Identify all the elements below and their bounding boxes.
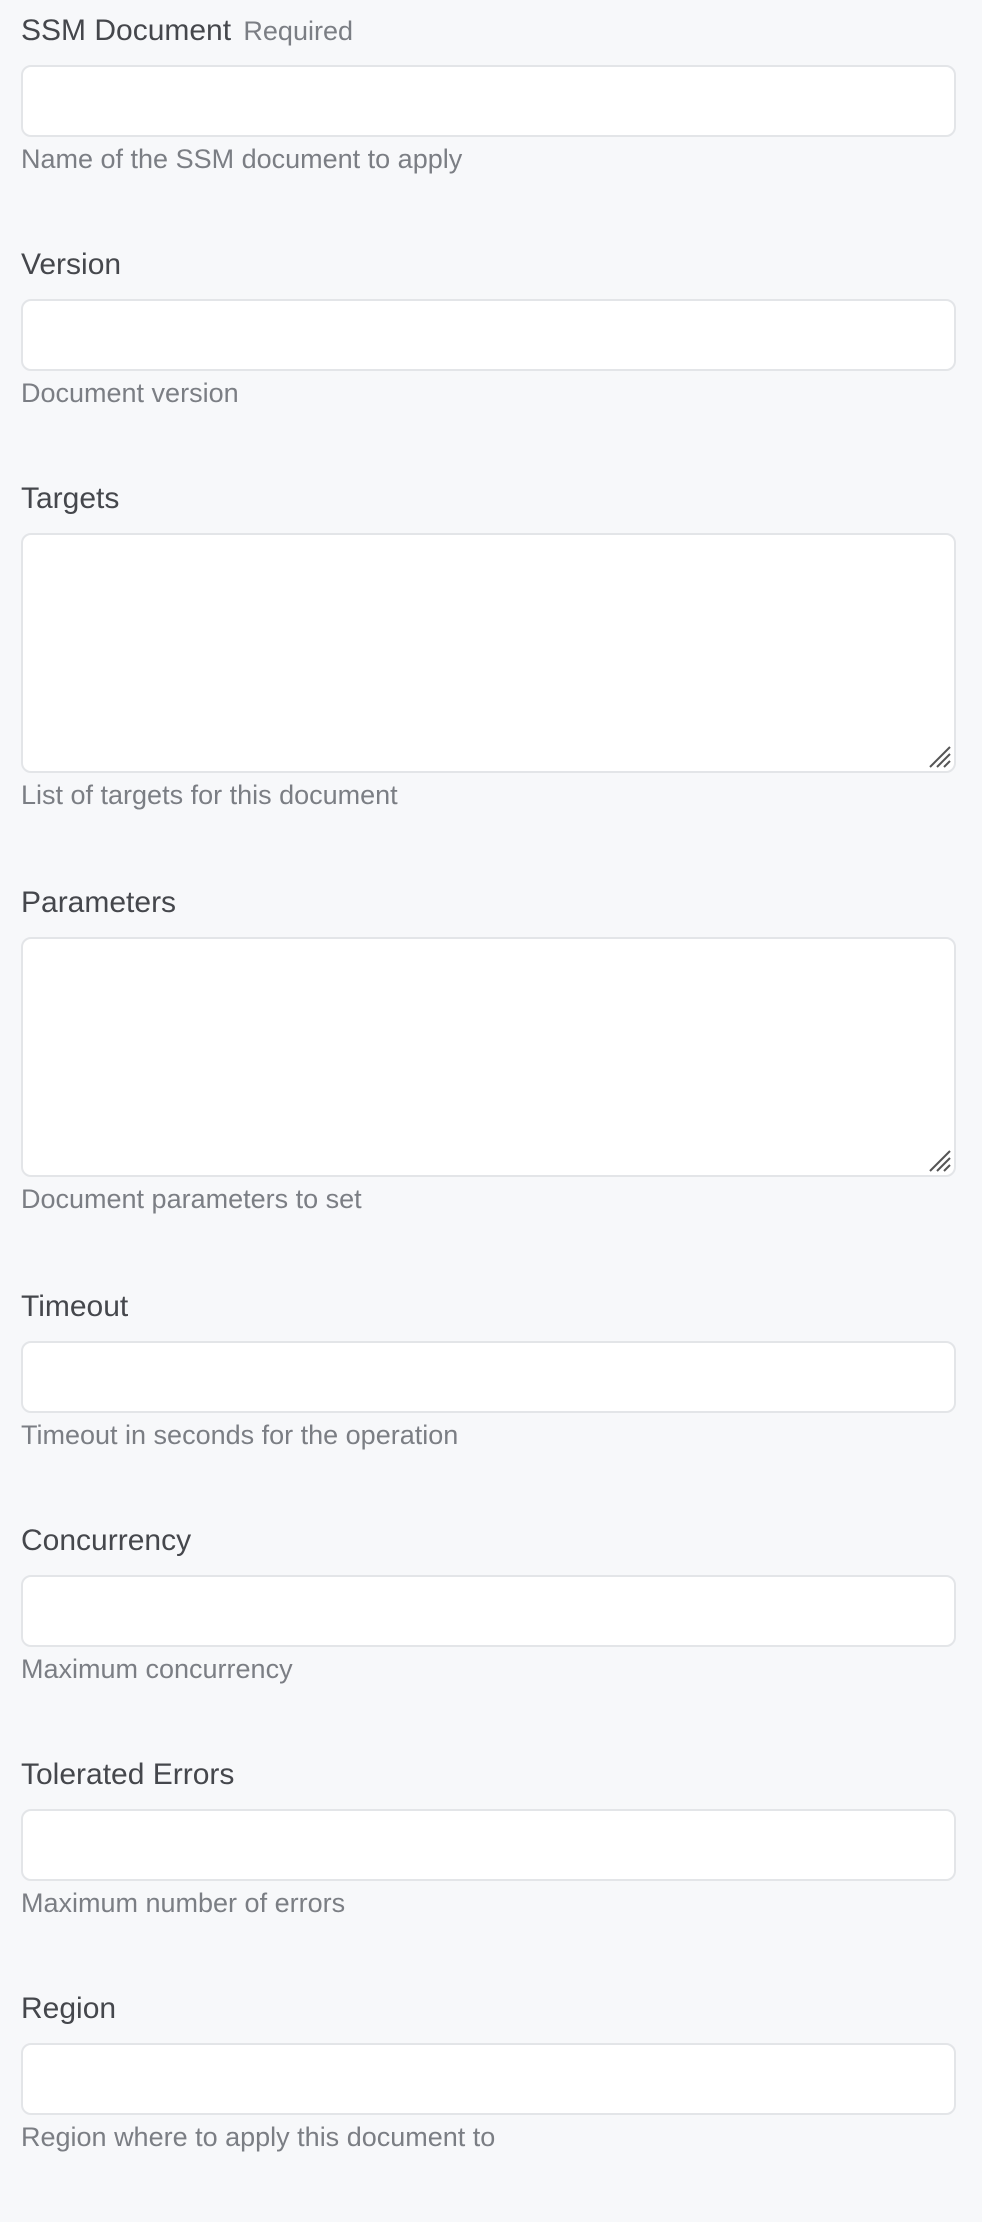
version-help: Document version — [21, 378, 239, 408]
region-label: Region — [21, 1992, 117, 2025]
ssm-document-help: Name of the SSM document to apply — [21, 144, 463, 174]
field-targets: Targets List of targets for this documen… — [21, 478, 956, 882]
ssm-document-input[interactable] — [21, 65, 956, 137]
parameters-textarea[interactable] — [21, 937, 956, 1177]
version-input[interactable] — [21, 299, 956, 371]
ssm-document-form: SSM Document Required Name of the SSM do… — [0, 0, 982, 2222]
region-help: Region where to apply this document to — [21, 2122, 496, 2152]
parameters-textarea-wrap — [21, 937, 956, 1177]
ssm-document-label: SSM Document — [21, 14, 232, 47]
concurrency-label: Concurrency — [21, 1524, 192, 1557]
field-region: Region Region where to apply this docume… — [21, 1988, 956, 2222]
field-parameters: Parameters Document parameters to set — [21, 882, 956, 1286]
parameters-label: Parameters — [21, 886, 177, 919]
parameters-help: Document parameters to set — [21, 1184, 362, 1214]
timeout-input[interactable] — [21, 1341, 956, 1413]
field-label: Region — [21, 1988, 956, 2030]
field-timeout: Timeout Timeout in seconds for the opera… — [21, 1286, 956, 1520]
resize-grip-icon[interactable] — [926, 1147, 952, 1173]
field-label: Version — [21, 244, 956, 286]
required-indicator: Required — [243, 16, 353, 46]
tolerated-errors-input[interactable] — [21, 1809, 956, 1881]
concurrency-help: Maximum concurrency — [21, 1654, 293, 1684]
concurrency-input[interactable] — [21, 1575, 956, 1647]
tolerated-errors-label: Tolerated Errors — [21, 1758, 235, 1791]
field-label: Concurrency — [21, 1520, 956, 1562]
version-label: Version — [21, 248, 122, 281]
field-label: Tolerated Errors — [21, 1754, 956, 1796]
field-label: Parameters — [21, 882, 956, 924]
field-version: Version Document version — [21, 244, 956, 478]
field-concurrency: Concurrency Maximum concurrency — [21, 1520, 956, 1754]
targets-help: List of targets for this document — [21, 780, 398, 810]
field-label: Timeout — [21, 1286, 956, 1328]
tolerated-errors-help: Maximum number of errors — [21, 1888, 346, 1918]
region-input[interactable] — [21, 2043, 956, 2115]
targets-label: Targets — [21, 482, 120, 515]
resize-grip-icon[interactable] — [926, 743, 952, 769]
field-ssm-document: SSM Document Required Name of the SSM do… — [21, 10, 956, 244]
targets-textarea-wrap — [21, 533, 956, 773]
targets-textarea[interactable] — [21, 533, 956, 773]
timeout-help: Timeout in seconds for the operation — [21, 1420, 459, 1450]
field-label: SSM Document Required — [21, 10, 956, 52]
field-label: Targets — [21, 478, 956, 520]
field-tolerated-errors: Tolerated Errors Maximum number of error… — [21, 1754, 956, 1988]
timeout-label: Timeout — [21, 1290, 129, 1323]
